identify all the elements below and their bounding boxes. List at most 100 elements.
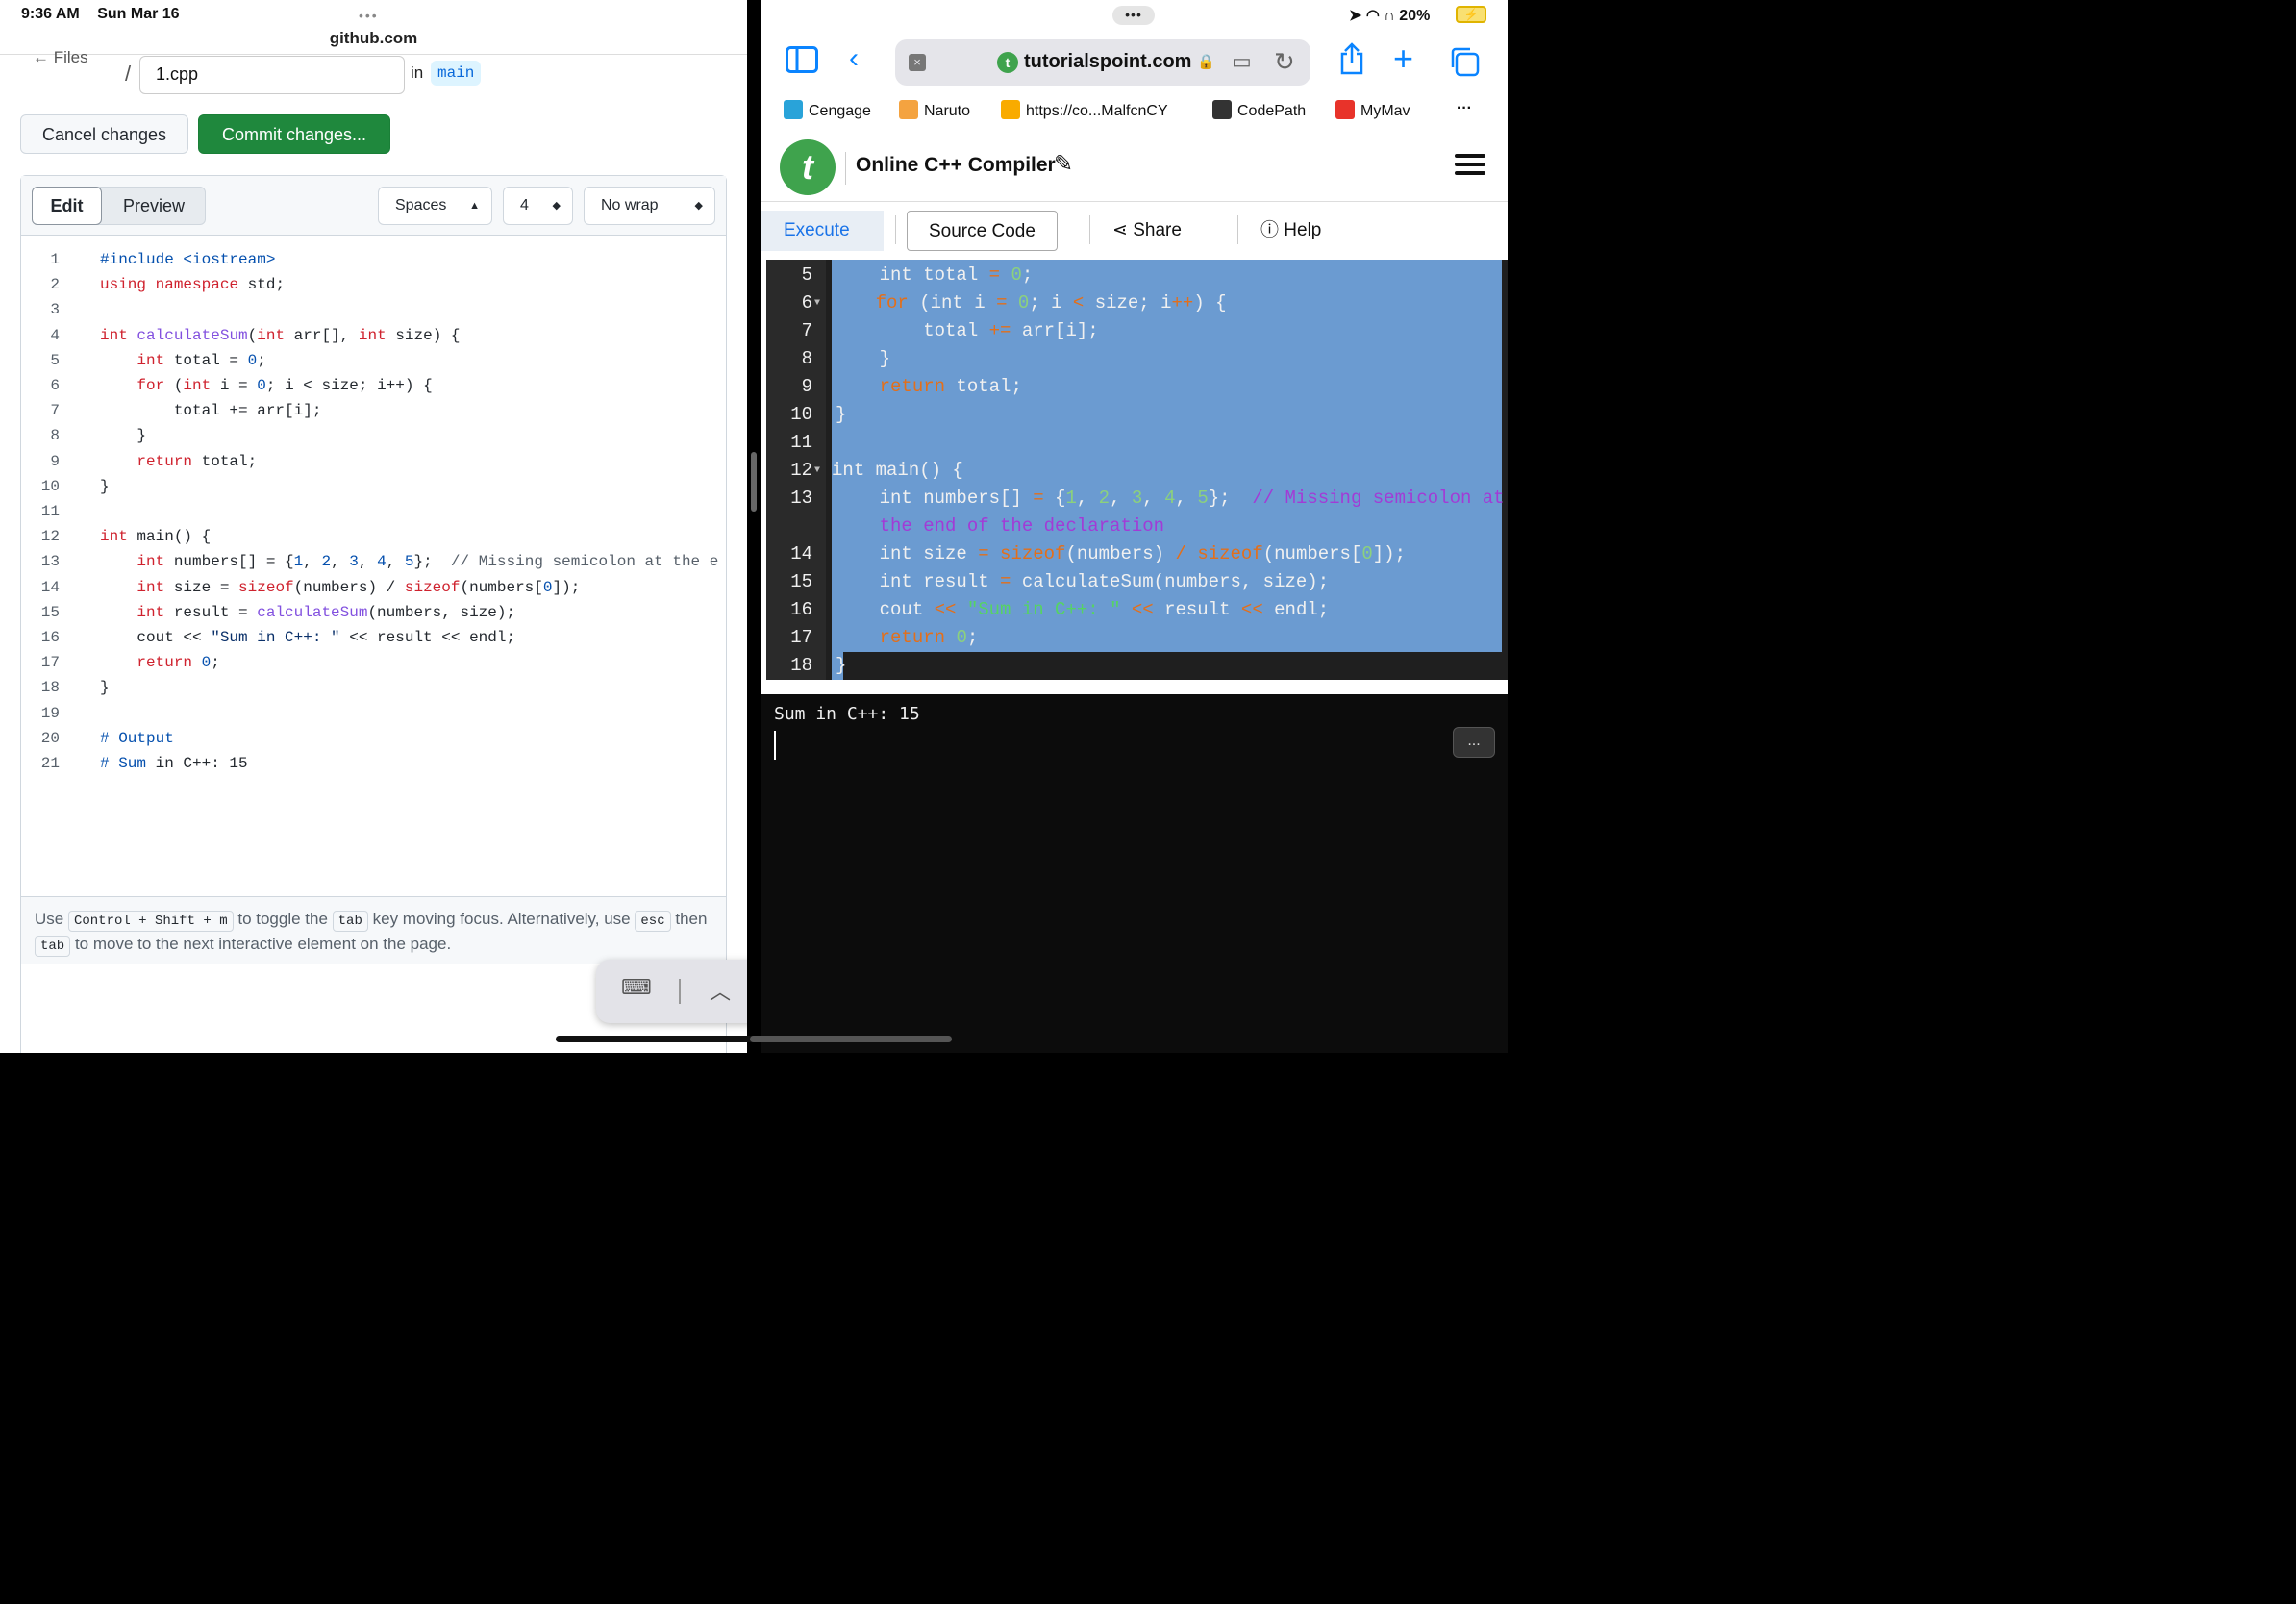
code-line[interactable]: 18}: [21, 675, 726, 700]
tutorialspoint-logo[interactable]: t: [780, 139, 836, 195]
edit-icon[interactable]: ✎: [1054, 150, 1073, 178]
line-number: 13: [790, 488, 812, 509]
more-bookmarks-button[interactable]: ···: [1457, 100, 1472, 117]
address-domain[interactable]: tutorialspoint.com: [1024, 51, 1191, 73]
code-line[interactable]: 9 return total;: [21, 449, 726, 474]
code-line[interactable]: 6 for (int i = 0; i < size; i++) {: [21, 373, 726, 398]
bookmark-codepath[interactable]: CodePath: [1212, 100, 1306, 120]
code-content[interactable]: 1 #include <iostream> 2 using namespace std…: [21, 247, 726, 776]
code-line[interactable]: 15 int result = calculateSum(numbers, si…: [21, 600, 726, 625]
indent-size-select[interactable]: 4 ◆: [503, 187, 573, 225]
console-more-button[interactable]: ...: [1453, 727, 1495, 758]
ace-code-lines[interactable]: 5 int total = 0; 6 ▼ for (int i = 0; i < s…: [766, 262, 1505, 680]
lock-icon: 🔒: [1197, 54, 1215, 70]
bookmark-label: Naruto: [924, 103, 971, 119]
battery-percent: 20%: [1399, 8, 1431, 24]
tab-preview[interactable]: Preview: [102, 188, 206, 224]
tab-source-code[interactable]: Source Code: [907, 211, 1058, 251]
tab-help[interactable]: ⓘ Help: [1260, 211, 1321, 251]
execute-button[interactable]: Execute: [761, 211, 884, 251]
code-line[interactable]: 2 using namespace std;: [21, 272, 726, 297]
edit-preview-tabs: Edit Preview: [32, 187, 206, 225]
keyboard-accessory-bar: ⌨ ︿ ﹀ 🎙: [596, 960, 747, 1023]
filename-input[interactable]: 1.cpp: [139, 56, 405, 94]
address-bar[interactable]: × t tutorialspoint.com 🔒 ▭ ↻: [895, 39, 1310, 86]
code-line[interactable]: 13 int numbers[] = {1, 2, 3, 4, 5}; // M…: [21, 549, 726, 574]
multitasking-dots-icon[interactable]: •••: [359, 8, 379, 23]
menu-icon[interactable]: [1455, 154, 1485, 175]
bookmark-link[interactable]: https://co...MalfcnCY: [1001, 100, 1168, 120]
location-icon: ➤: [1349, 8, 1362, 24]
code-line[interactable]: 14 int size = sizeof(numbers) / sizeof(n…: [21, 575, 726, 600]
ace-line[interactable]: 15 int result = calculateSum(numbers, si…: [766, 568, 1505, 596]
ace-line[interactable]: 16 cout << "Sum in C++: " << result << e…: [766, 596, 1505, 624]
select-arrows-icon: ◆: [552, 200, 561, 212]
code-line[interactable]: 5 int total = 0;: [21, 348, 726, 373]
wrap-mode-value: No wrap: [601, 197, 659, 213]
divider: [0, 54, 747, 55]
line-number: 17: [790, 627, 812, 648]
code-line[interactable]: 16 cout << "Sum in C++: " << result << e…: [21, 625, 726, 650]
back-to-files-link[interactable]: ← Files: [33, 48, 88, 67]
ace-line[interactable]: 9 return total;: [766, 373, 1505, 401]
compact-url[interactable]: github.com: [0, 29, 747, 48]
code-line[interactable]: 21 # Sum in C++: 15: [21, 751, 726, 776]
code-line[interactable]: 20 # Output: [21, 726, 726, 751]
code-line[interactable]: 11: [21, 499, 726, 524]
hint-text: to toggle the: [237, 910, 328, 928]
code-line[interactable]: 4 int calculateSum(int arr[], int size) {: [21, 323, 726, 348]
code-line[interactable]: 12 int main() {: [21, 524, 726, 549]
code-line[interactable]: 7 total += arr[i];: [21, 398, 726, 423]
code-line[interactable]: 8 }: [21, 423, 726, 448]
cengage-icon: [784, 100, 803, 119]
divider: [895, 215, 896, 244]
chevron-up-icon[interactable]: ︿: [710, 975, 731, 1006]
ace-line[interactable]: 10}: [766, 401, 1505, 429]
keyboard-icon[interactable]: ⌨: [621, 975, 652, 1000]
indent-mode-select[interactable]: Spaces ▲: [378, 187, 492, 225]
hint-text: Use: [35, 910, 64, 928]
compiler-tabs: Execute Source Code ⋖ Share ⓘ Help: [761, 204, 1508, 258]
ace-line[interactable]: 6 ▼ for (int i = 0; i < size; i++) {: [766, 289, 1505, 317]
ace-line[interactable]: 5 int total = 0;: [766, 262, 1505, 289]
ace-line[interactable]: 14 int size = sizeof(numbers) / sizeof(n…: [766, 540, 1505, 568]
code-line[interactable]: 17 return 0;: [21, 650, 726, 675]
ace-line[interactable]: 17 return 0;: [766, 624, 1505, 652]
multitasking-dots-icon[interactable]: •••: [1112, 6, 1155, 25]
wrap-mode-select[interactable]: No wrap ◆: [584, 187, 715, 225]
ace-line[interactable]: the end of the declaration: [766, 513, 1505, 540]
bookmark-naruto[interactable]: Naruto: [899, 100, 970, 120]
ace-line[interactable]: 7 total += arr[i];: [766, 317, 1505, 345]
path-separator: /: [125, 62, 132, 86]
sidebar-icon[interactable]: [786, 46, 818, 81]
tab-share[interactable]: ⋖ Share: [1112, 211, 1182, 251]
codepath-icon: [1212, 100, 1232, 119]
close-tab-icon[interactable]: ×: [909, 54, 926, 71]
output-console[interactable]: Sum in C++: 15 ...: [761, 694, 1508, 1053]
code-line[interactable]: 3: [21, 297, 726, 322]
status-bar-left: 9:36 AM Sun Mar 16: [21, 6, 193, 23]
ace-line[interactable]: 11: [766, 429, 1505, 457]
cancel-changes-button[interactable]: Cancel changes: [20, 114, 188, 154]
split-view-handle[interactable]: [751, 452, 757, 512]
new-tab-icon[interactable]: +: [1393, 38, 1413, 79]
ace-line[interactable]: 8 }: [766, 345, 1505, 373]
ace-line[interactable]: 13 int numbers[] = {1, 2, 3, 4, 5}; // M…: [766, 485, 1504, 513]
back-icon[interactable]: ‹: [849, 42, 859, 75]
code-line[interactable]: 10}: [21, 474, 726, 499]
bookmark-mymav[interactable]: MyMav: [1335, 100, 1410, 120]
reader-icon[interactable]: ▭: [1232, 49, 1252, 74]
tab-edit[interactable]: Edit: [32, 187, 102, 225]
tabs-overview-icon[interactable]: [1449, 46, 1480, 85]
keyboard-hint: Use Control + Shift + m to toggle the ta…: [21, 896, 726, 964]
bookmark-cengage[interactable]: Cengage: [784, 100, 871, 120]
reload-icon[interactable]: ↻: [1274, 47, 1295, 77]
commit-changes-button[interactable]: Commit changes...: [198, 114, 390, 154]
source-code-editor[interactable]: 5 int total = 0; 6 ▼ for (int i = 0; i < s…: [766, 260, 1508, 680]
ace-line[interactable]: 12 ▼ int main() {: [766, 457, 1505, 485]
ace-line[interactable]: 18}: [766, 652, 1505, 680]
share-icon[interactable]: [1337, 42, 1366, 83]
code-line[interactable]: 1 #include <iostream>: [21, 247, 726, 272]
code-line[interactable]: 19: [21, 701, 726, 726]
line-number: 7: [50, 402, 60, 420]
